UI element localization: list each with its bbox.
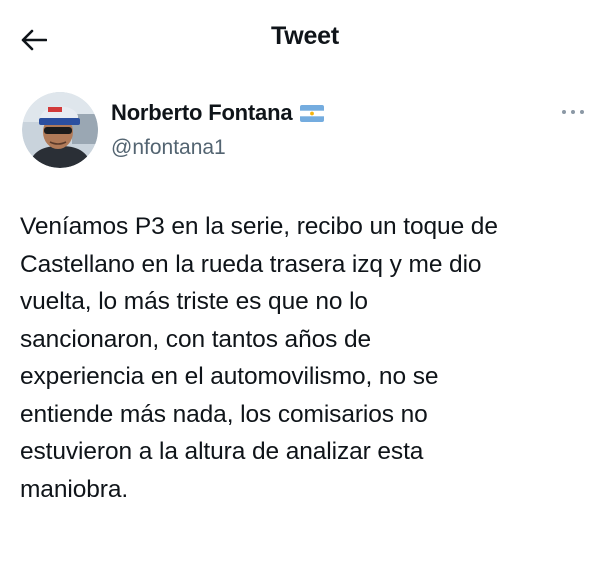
avatar-image xyxy=(22,92,98,168)
tweet-text: Veníamos P3 en la serie, recibo un toque… xyxy=(20,213,498,503)
top-bar: Tweet xyxy=(0,0,610,78)
display-name[interactable]: Norberto Fontana xyxy=(111,100,293,126)
tweet-author: Norberto Fontana @nfontana1 xyxy=(22,92,592,172)
more-dots-icon xyxy=(562,110,584,114)
argentina-flag-icon xyxy=(300,104,325,122)
name-row: Norberto Fontana xyxy=(111,100,325,126)
avatar[interactable] xyxy=(22,92,98,168)
more-options-button[interactable] xyxy=(558,102,588,122)
user-handle[interactable]: @nfontana1 xyxy=(111,136,226,160)
page-title: Tweet xyxy=(271,22,339,50)
